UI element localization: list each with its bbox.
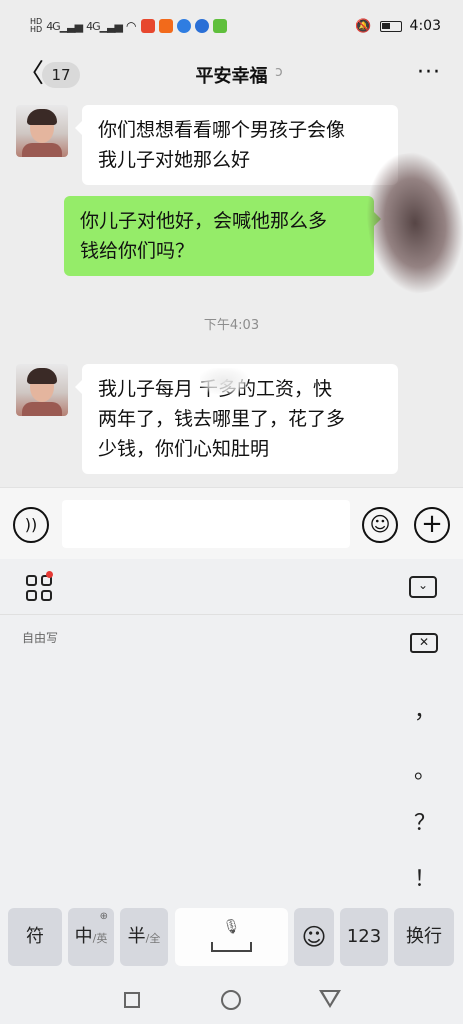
zh-key-label: 中 [74,926,93,947]
back-triangle-icon[interactable] [319,990,341,1008]
mute-icon: 🔕 [355,18,372,34]
status-bar: HD HD 4G▁▃▅ 4G▁▃▅ ◠ 🔕 4:03 [0,0,463,52]
message-line: 两年了，钱去哪里了，花了多 [98,408,346,430]
message-line: 少钱，你们心知肚明 [98,438,270,460]
message-bubble-outgoing[interactable]: 你儿子对他好，会喊他那么多 钱给你们吗？ [64,196,381,276]
avatar-body [22,143,62,157]
emoji-key-icon: ☺ [301,923,327,951]
hd-icon: HD HD [30,18,42,34]
punct-key-exclamation[interactable]: ！ [412,861,438,893]
app-icon-red [140,19,155,33]
contact-avatar[interactable] [16,364,68,416]
home-circle-icon[interactable] [221,990,241,1010]
zh-en-switch-key[interactable]: ⊕ 中/英 [68,908,114,966]
recent-apps-square-icon[interactable] [124,992,140,1008]
globe-icon: ⊕ [99,911,108,922]
app-icon-orange [158,19,173,33]
avatar-hair [27,109,57,125]
grid-cell [26,575,37,586]
avatar-hair [27,368,57,384]
signal-icon: 4G▁▃▅ [46,19,83,33]
chat-title: 平安幸福 [195,66,268,87]
message-line: 钱给你们吗？ [80,240,195,262]
chat-header: 〈 17 平安幸福 ↄ ··· [0,52,463,98]
contact-avatar[interactable] [16,105,68,157]
message-line: 你们想想看看哪个男孩子会像 [98,119,346,141]
number-key[interactable]: 123 [340,908,388,966]
battery-icon [379,20,402,32]
app-icon-blue [176,19,191,33]
space-bar-icon [211,942,252,952]
punct-key-period[interactable]: 。 [412,753,438,785]
grid-cell [41,590,52,601]
more-options-icon[interactable]: ··· [417,60,441,85]
ime-keyboard: ⌄ 自由写 ✕ ， 。 ？ ！ 符 ⊕ 中/英 半/全 🎙 ☺ 123 换行 [0,559,463,974]
status-time: 4:03 [409,18,441,34]
message-input-bar: )) ☺ + [0,487,463,559]
redaction-smudge [200,368,248,394]
symbol-key-label: 符 [26,926,44,947]
avatar-body [22,402,62,416]
message-text-input[interactable] [62,500,350,548]
mic-icon: 🎙 [222,919,241,935]
punct-key-comma[interactable]: ， [412,693,438,725]
wifi-icon: ◠ [126,19,137,33]
message-line: 我儿子对她那么好 [98,149,251,171]
half-key-label: 半 [127,926,146,947]
backspace-icon[interactable]: ✕ [410,633,438,653]
network-type-1: 4G [46,19,60,33]
number-key-label: 123 [346,926,382,947]
notification-dot [46,571,53,578]
hd-label-2: HD [30,25,43,34]
message-timestamp: 下午4:03 [203,318,260,333]
more-functions-plus-icon[interactable]: + [414,507,450,543]
handwriting-hint: 自由写 [22,631,59,645]
keyboard-collapse-icon[interactable]: ⌄ [409,576,437,598]
emoji-key[interactable]: ☺ [294,908,334,966]
grid-cell [26,590,37,601]
symbol-key[interactable]: 符 [8,908,62,966]
voice-input-icon[interactable]: )) [13,507,49,543]
keyboard-toolbar: ⌄ [0,559,463,615]
space-key[interactable]: 🎙 [175,908,288,966]
enter-key[interactable]: 换行 [394,908,454,966]
app-icon-green [212,19,227,33]
full-sub-label: /全 [145,932,161,945]
status-right: 🔕 4:03 [355,18,441,34]
redacted-avatar-scribble [358,147,463,299]
system-nav-bar [0,974,463,1024]
enter-key-label: 换行 [406,926,442,947]
punct-key-question[interactable]: ？ [412,805,438,837]
message-bubble-incoming[interactable]: 你们想想看看哪个男孩子会像 我儿子对她那么好 [75,105,398,185]
en-sub-label: /英 [92,932,108,945]
app-icon-paw [194,19,209,33]
network-type-2: 4G [86,19,100,33]
status-left: HD HD 4G▁▃▅ 4G▁▃▅ ◠ [30,18,227,34]
message-line: 你儿子对他好，会喊他那么多 [80,210,328,232]
ear-icon: ↄ [275,64,283,80]
signal-icon-2: 4G▁▃▅ [86,19,123,33]
keyboard-menu-grid-icon[interactable] [26,575,52,601]
half-full-width-key[interactable]: 半/全 [120,908,168,966]
emoji-icon[interactable]: ☺ [362,507,398,543]
